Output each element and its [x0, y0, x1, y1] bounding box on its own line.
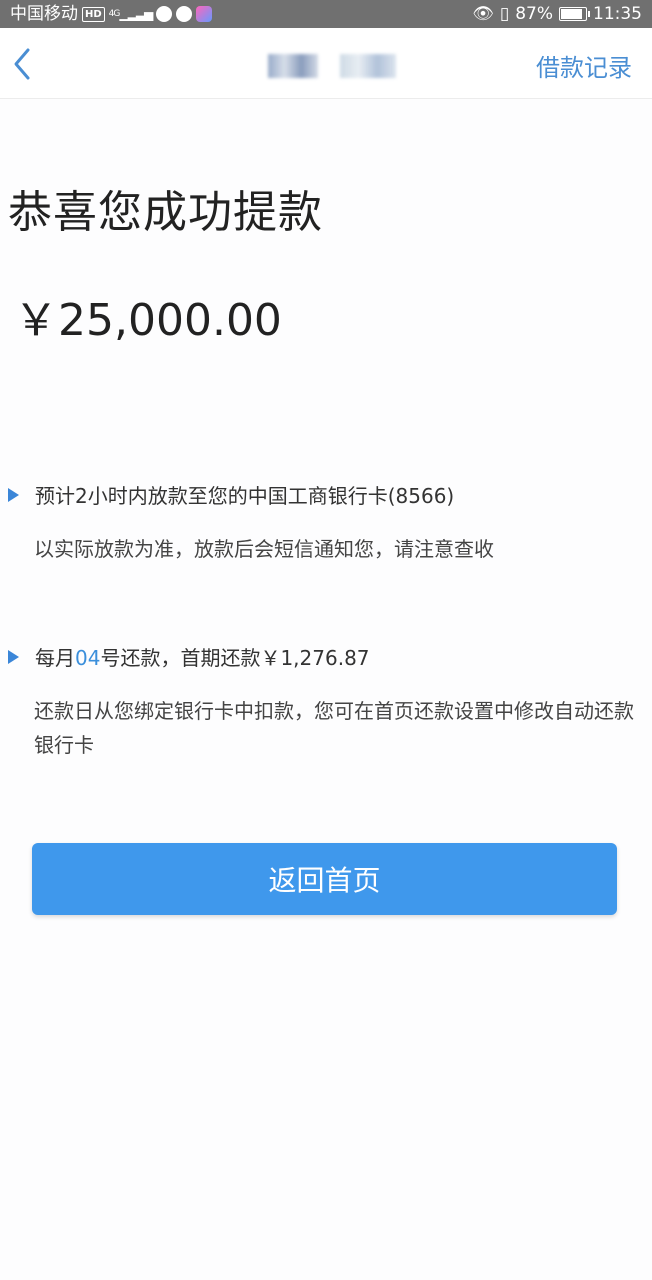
hd-badge: HD — [82, 6, 105, 22]
signal-icon: 4G▁▂▃▅ — [108, 7, 154, 21]
battery-percent: 87% — [515, 4, 553, 24]
redacted-block — [340, 54, 396, 78]
redacted-block — [268, 54, 318, 78]
loan-records-link[interactable]: 借款记录 — [536, 48, 632, 83]
nav-bar: 借款记录 — [0, 28, 652, 99]
triangle-bullet-icon — [8, 487, 19, 502]
app-notification-icon — [176, 6, 193, 22]
vibrate-icon: ▯ — [499, 4, 510, 24]
battery-icon — [559, 7, 590, 21]
clock: 11:35 — [593, 4, 642, 24]
repayment-prefix: 每月 — [35, 646, 75, 670]
eye-comfort-icon: 👁 — [472, 4, 494, 24]
battery-fill — [561, 9, 582, 19]
page-title: 恭喜您成功提款 — [8, 187, 323, 238]
repayment-day: 04 — [75, 646, 101, 670]
disbursement-text: 预计2小时内放款至您的中国工商银行卡(8566) — [35, 484, 455, 508]
nav-title-redacted — [268, 54, 396, 78]
return-home-button[interactable]: 返回首页 — [32, 843, 617, 915]
back-button[interactable] — [6, 44, 40, 84]
repayment-text: 每月04号还款，首期还款￥1,276.87 — [35, 642, 370, 671]
info-row: 每月04号还款，首期还款￥1,276.87 — [0, 642, 370, 671]
app-badge-icon — [196, 6, 213, 22]
chevron-left-icon — [14, 48, 30, 80]
network-type: 4G — [108, 9, 121, 19]
status-bar: 中国移动 HD 4G▁▂▃▅ 👁 ▯ 87% 11:35 — [0, 0, 652, 28]
status-left: 中国移动 HD 4G▁▂▃▅ — [10, 0, 213, 28]
repayment-note: 还款日从您绑定银行卡中扣款，您可在首页还款设置中修改自动还款银行卡 — [34, 699, 634, 757]
disbursement-note: 以实际放款为准，放款后会短信通知您，请注意查收 — [34, 537, 494, 561]
status-right: 👁 ▯ 87% 11:35 — [472, 0, 642, 28]
repayment-suffix: 号还款，首期还款￥1,276.87 — [100, 646, 370, 670]
triangle-bullet-icon — [8, 649, 19, 664]
chat-notification-icon — [156, 6, 173, 22]
info-row: 预计2小时内放款至您的中国工商银行卡(8566) — [0, 480, 454, 509]
carrier-label: 中国移动 — [10, 4, 78, 24]
withdraw-amount: ￥25,000.00 — [14, 295, 282, 346]
